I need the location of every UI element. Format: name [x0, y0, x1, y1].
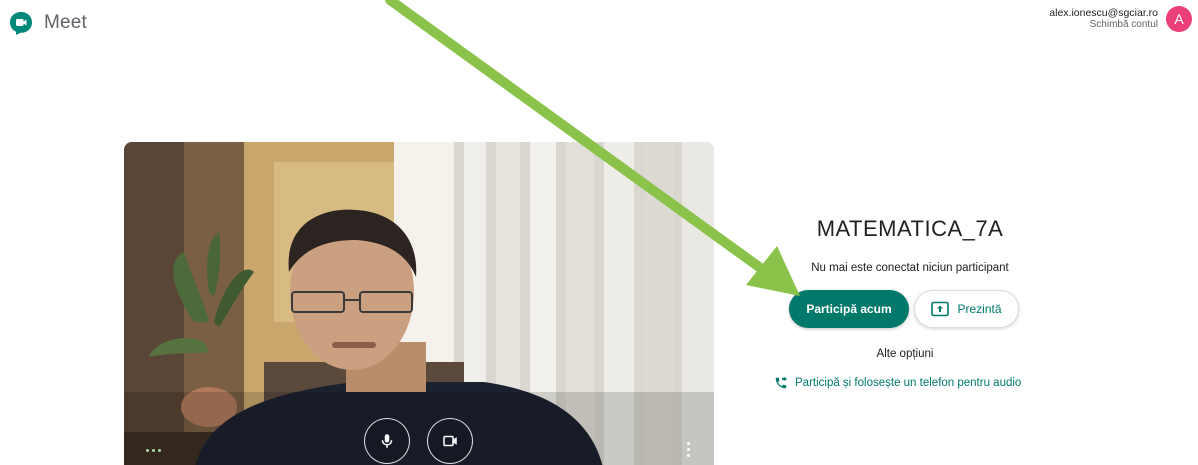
other-options-label: Alte opțiuni: [876, 348, 934, 360]
join-now-button[interactable]: Participă acum: [789, 290, 909, 328]
more-horiz-icon[interactable]: [146, 449, 161, 452]
join-by-phone-link[interactable]: Participă și folosește un telefon pentru…: [774, 376, 1021, 390]
present-button-label: Prezintă: [957, 302, 1002, 316]
avatar[interactable]: A: [1166, 6, 1192, 32]
meet-logo-icon: [10, 12, 32, 35]
join-by-phone-label: Participă și folosește un telefon pentru…: [795, 377, 1022, 389]
camera-feed-image: [124, 142, 714, 465]
present-button[interactable]: Prezintă: [914, 290, 1019, 328]
more-vert-icon[interactable]: [687, 442, 690, 457]
account-info: alex.ionescu@sgciar.ro Schimbă contul: [1049, 7, 1158, 31]
switch-account-link[interactable]: Schimbă contul: [1049, 19, 1158, 30]
phone-forwarded-icon: [775, 376, 787, 389]
microphone-toggle-button[interactable]: [364, 418, 410, 464]
camera-toggle-button[interactable]: [427, 418, 473, 464]
account-email: alex.ionescu@sgciar.ro: [1049, 7, 1158, 19]
present-to-all-icon: [931, 301, 950, 317]
app-name: Meet: [44, 12, 88, 33]
camera-preview: [124, 142, 714, 465]
account-switcher[interactable]: alex.ionescu@sgciar.ro Schimbă contul A: [1049, 6, 1192, 32]
mic-icon: [381, 434, 393, 448]
participants-status: Nu mai este conectat niciun participant: [811, 262, 1009, 274]
meet-logo[interactable]: Meet: [8, 10, 87, 36]
meeting-title: MATEMATICA_7A: [816, 216, 1004, 241]
videocam-icon: [443, 435, 457, 447]
